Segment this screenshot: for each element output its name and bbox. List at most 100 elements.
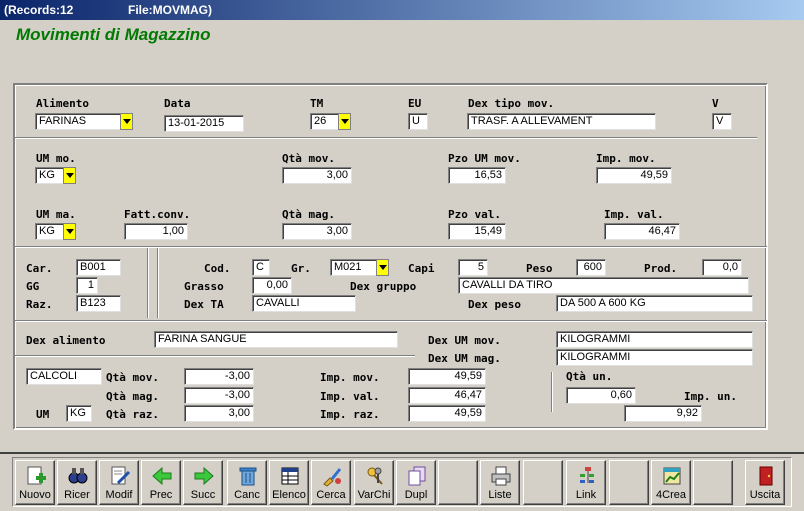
grasso-field[interactable]: 0,00 bbox=[252, 277, 292, 294]
data-field[interactable]: 13-01-2015 bbox=[164, 115, 244, 132]
tm-dropdown-button[interactable] bbox=[338, 113, 351, 130]
dex-gruppo-label: Dex gruppo bbox=[350, 280, 417, 293]
calc-qta-mag-label: Qtà mag. bbox=[106, 390, 159, 403]
prod-field[interactable]: 0,0 bbox=[702, 259, 742, 276]
capi-label: Capi bbox=[408, 262, 435, 275]
varchi-button[interactable]: VarChi bbox=[354, 460, 394, 505]
alimento-field[interactable]: FARINAS bbox=[35, 113, 122, 130]
elenco-button[interactable]: Elenco bbox=[269, 460, 309, 505]
empty-toolbar-slot bbox=[438, 460, 478, 505]
modif-button[interactable]: Modif bbox=[99, 460, 139, 505]
crea4-button[interactable]: 4Crea bbox=[651, 460, 691, 505]
table-list-icon bbox=[281, 467, 299, 485]
new-document-icon bbox=[27, 466, 46, 485]
dex-tipo-mov-label: Dex tipo mov. bbox=[468, 97, 555, 110]
raz-field[interactable]: B123 bbox=[76, 295, 121, 312]
dupl-button[interactable]: Dupl bbox=[396, 460, 436, 505]
cod-label: Cod. bbox=[204, 262, 231, 275]
qta-un-field[interactable]: 0,60 bbox=[566, 387, 636, 404]
dex-gruppo-field[interactable]: CAVALLI DA TIRO bbox=[458, 277, 749, 294]
calc-imp-mov-field[interactable]: 49,59 bbox=[408, 368, 486, 385]
tm-label: TM bbox=[310, 97, 324, 110]
calcoli-field[interactable]: CALCOLI bbox=[26, 368, 102, 385]
chevron-down-icon bbox=[378, 265, 387, 270]
imp-un-label: Imp. un. bbox=[684, 390, 737, 403]
nuovo-button[interactable]: Nuovo bbox=[15, 460, 55, 505]
prod-label: Prod. bbox=[644, 262, 678, 275]
trash-icon bbox=[239, 467, 257, 486]
calc-imp-raz-field[interactable]: 49,59 bbox=[408, 405, 486, 422]
imp-val-label: Imp. val. bbox=[604, 208, 664, 221]
imp-mov-label: Imp. mov. bbox=[596, 152, 656, 165]
keys-icon bbox=[367, 467, 383, 485]
tm-field[interactable]: 26 bbox=[310, 113, 340, 130]
prec-button[interactable]: Prec bbox=[141, 460, 181, 505]
calc-um-field[interactable]: KG bbox=[66, 405, 92, 422]
toolbar-separator bbox=[0, 452, 804, 454]
um-mo-field[interactable]: KG bbox=[35, 167, 65, 184]
divider bbox=[15, 320, 767, 322]
calc-qta-mag-field[interactable]: -3,00 bbox=[184, 387, 254, 404]
gg-label: GG bbox=[26, 280, 40, 293]
canc-button[interactable]: Canc bbox=[227, 460, 267, 505]
imp-mov-field[interactable]: 49,59 bbox=[596, 167, 672, 184]
empty-toolbar-slot bbox=[523, 460, 563, 505]
duplicate-icon bbox=[408, 466, 426, 486]
pzo-um-mov-field[interactable]: 16,53 bbox=[448, 167, 506, 184]
dex-um-mov-field[interactable]: KILOGRAMMI bbox=[556, 331, 753, 348]
gr-dropdown-button[interactable] bbox=[376, 259, 389, 276]
data-label: Data bbox=[164, 97, 191, 110]
dex-peso-field[interactable]: DA 500 A 600 KG bbox=[556, 295, 753, 312]
printer-icon bbox=[491, 466, 511, 486]
v-field[interactable]: V bbox=[712, 113, 732, 130]
gr-label: Gr. bbox=[291, 262, 311, 275]
empty-toolbar-slot bbox=[693, 460, 733, 505]
eu-field[interactable]: U bbox=[408, 113, 428, 130]
capi-field[interactable]: 5 bbox=[458, 259, 488, 276]
fatt-conv-field[interactable]: 1,00 bbox=[124, 223, 188, 240]
fatt-conv-label: Fatt.conv. bbox=[124, 208, 191, 221]
qta-un-label: Qtà un. bbox=[566, 370, 613, 383]
ricer-button[interactable]: Ricer bbox=[57, 460, 97, 505]
calc-imp-val-field[interactable]: 46,47 bbox=[408, 387, 486, 404]
calc-qta-raz-field[interactable]: 3,00 bbox=[184, 405, 254, 422]
calc-imp-val-label: Imp. val. bbox=[320, 390, 380, 403]
imp-un-field[interactable]: 9,92 bbox=[624, 405, 702, 422]
chevron-down-icon bbox=[122, 119, 131, 124]
chevron-down-icon bbox=[65, 229, 74, 234]
dex-tipo-mov-field[interactable]: TRASF. A ALLEVAMENT bbox=[467, 113, 656, 130]
pzo-val-label: Pzo val. bbox=[448, 208, 501, 221]
alimento-label: Alimento bbox=[36, 97, 89, 110]
edit-document-icon bbox=[111, 466, 131, 485]
um-ma-field[interactable]: KG bbox=[35, 223, 65, 240]
liste-button[interactable]: Liste bbox=[480, 460, 520, 505]
gg-field[interactable]: 1 bbox=[76, 277, 98, 294]
car-label: Car. bbox=[26, 262, 53, 275]
pzo-val-field[interactable]: 15,49 bbox=[448, 223, 506, 240]
cerca-button[interactable]: Cerca bbox=[311, 460, 351, 505]
gr-field[interactable]: M021 bbox=[330, 259, 378, 276]
um-mo-dropdown-button[interactable] bbox=[63, 167, 76, 184]
page-title: Movimenti di Magazzino bbox=[16, 25, 211, 44]
peso-field[interactable]: 600 bbox=[576, 259, 606, 276]
dex-um-mag-field[interactable]: KILOGRAMMI bbox=[556, 349, 753, 366]
divider bbox=[15, 355, 415, 357]
uscita-button[interactable]: Uscita bbox=[745, 460, 785, 505]
um-ma-dropdown-button[interactable] bbox=[63, 223, 76, 240]
calc-qta-mov-field[interactable]: -3,00 bbox=[184, 368, 254, 385]
eu-label: EU bbox=[408, 97, 422, 110]
qta-mov-field[interactable]: 3,00 bbox=[282, 167, 352, 184]
alimento-dropdown-button[interactable] bbox=[120, 113, 133, 130]
car-field[interactable]: B001 bbox=[76, 259, 121, 276]
cod-field[interactable]: C bbox=[252, 259, 270, 276]
dex-ta-field[interactable]: CAVALLI bbox=[252, 295, 356, 312]
qta-mag-field[interactable]: 3,00 bbox=[282, 223, 352, 240]
link-button[interactable]: Link bbox=[566, 460, 606, 505]
succ-button[interactable]: Succ bbox=[183, 460, 223, 505]
grasso-label: Grasso bbox=[184, 280, 224, 293]
peso-label: Peso bbox=[526, 262, 553, 275]
arrow-right-icon bbox=[194, 466, 214, 486]
imp-val-field[interactable]: 46,47 bbox=[604, 223, 680, 240]
dex-alimento-field[interactable]: FARINA SANGUE bbox=[154, 331, 398, 348]
calc-imp-mov-label: Imp. mov. bbox=[320, 371, 380, 384]
